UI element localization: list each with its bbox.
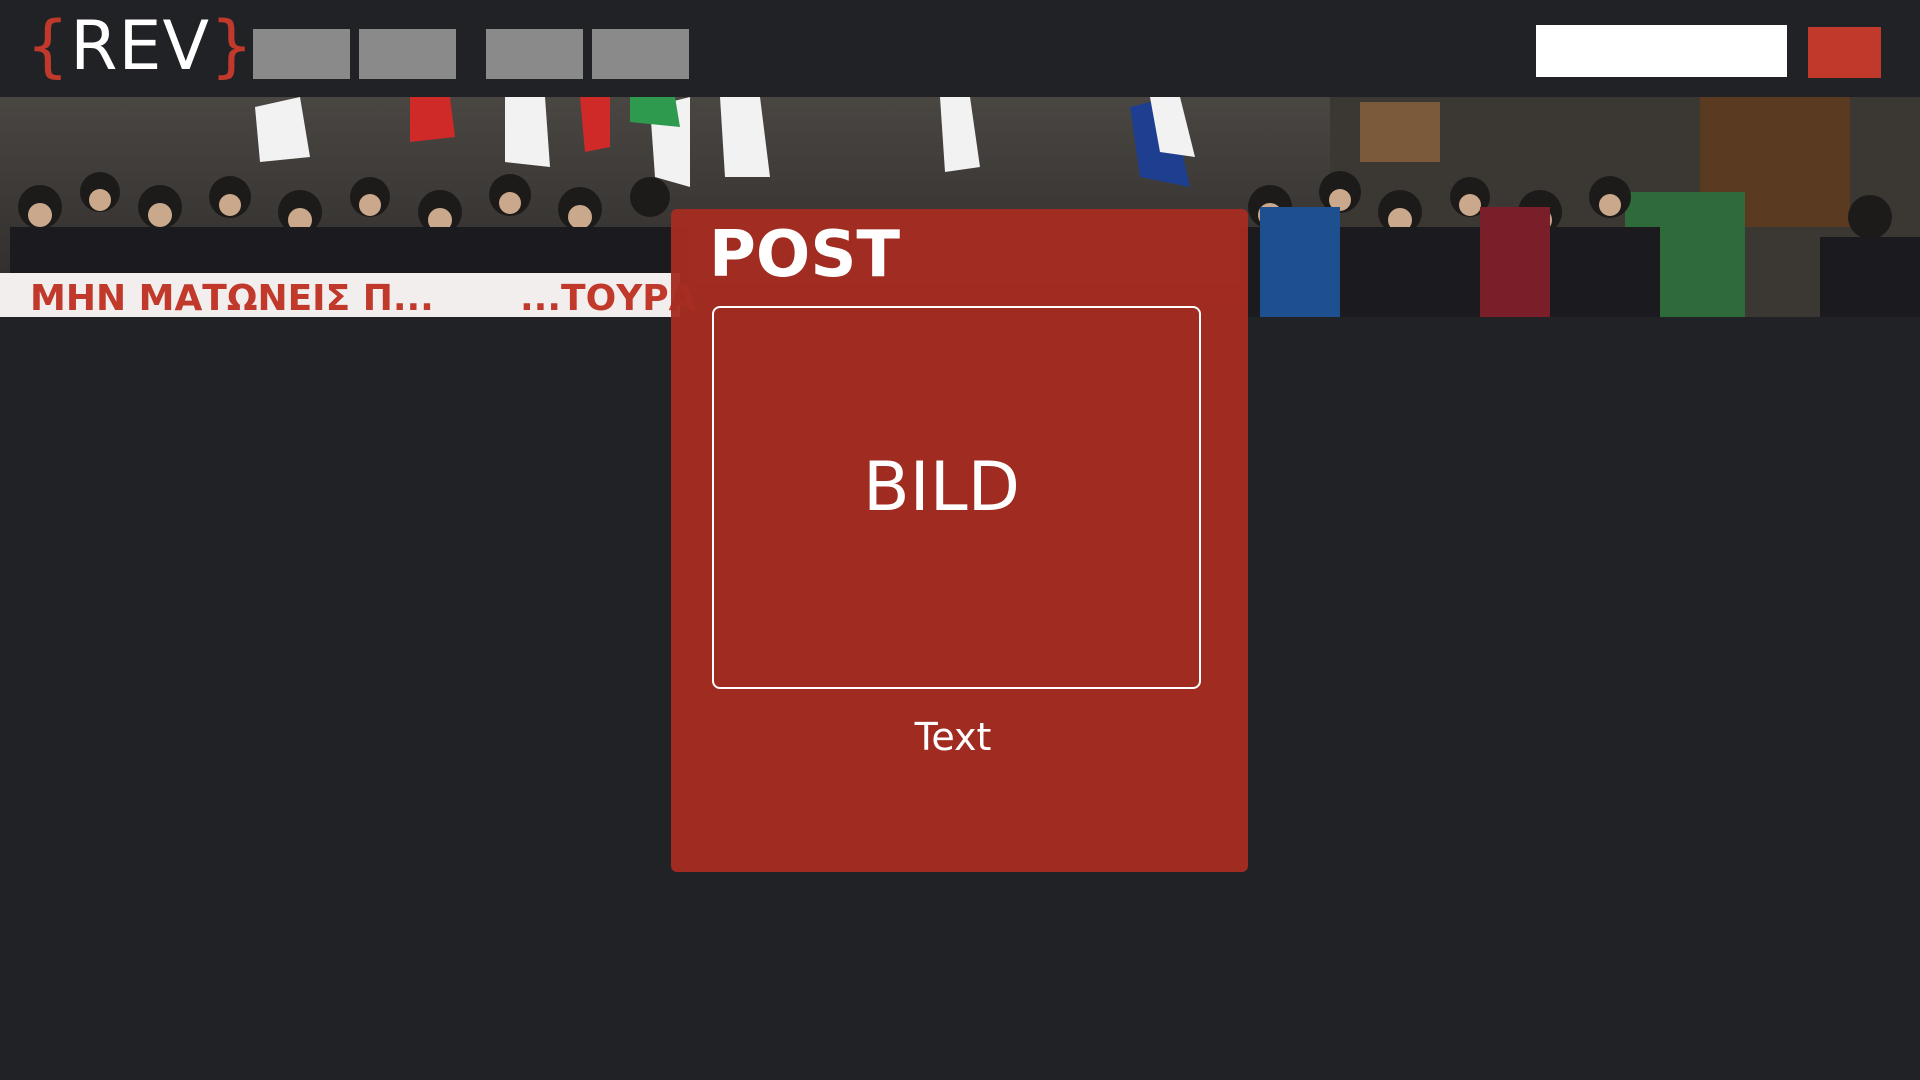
post-text: Text (914, 715, 992, 759)
post-image-placeholder[interactable]: BILD (712, 306, 1201, 689)
logo-open-brace: { (26, 7, 71, 86)
logo-close-brace: } (210, 7, 255, 86)
rev-logo[interactable]: { REV } (26, 6, 254, 88)
nav-placeholder-button-1[interactable] (253, 29, 350, 79)
header-action-button[interactable] (1808, 27, 1881, 78)
post-card[interactable]: POST BILD Text (671, 209, 1248, 872)
nav-placeholder-button-4[interactable] (592, 29, 689, 79)
banner-text-left: ΜΗΝ ΜΑΤΩΝΕΙΣ Π... (30, 278, 434, 317)
nav-placeholder-button-3[interactable] (486, 29, 583, 79)
top-navigation-bar: { REV } (0, 0, 1920, 97)
logo-text: REV (70, 7, 210, 86)
post-image-label: BILD (863, 448, 1020, 527)
search-input[interactable] (1536, 25, 1787, 77)
post-title: POST (709, 218, 901, 292)
nav-placeholder-button-2[interactable] (359, 29, 456, 79)
